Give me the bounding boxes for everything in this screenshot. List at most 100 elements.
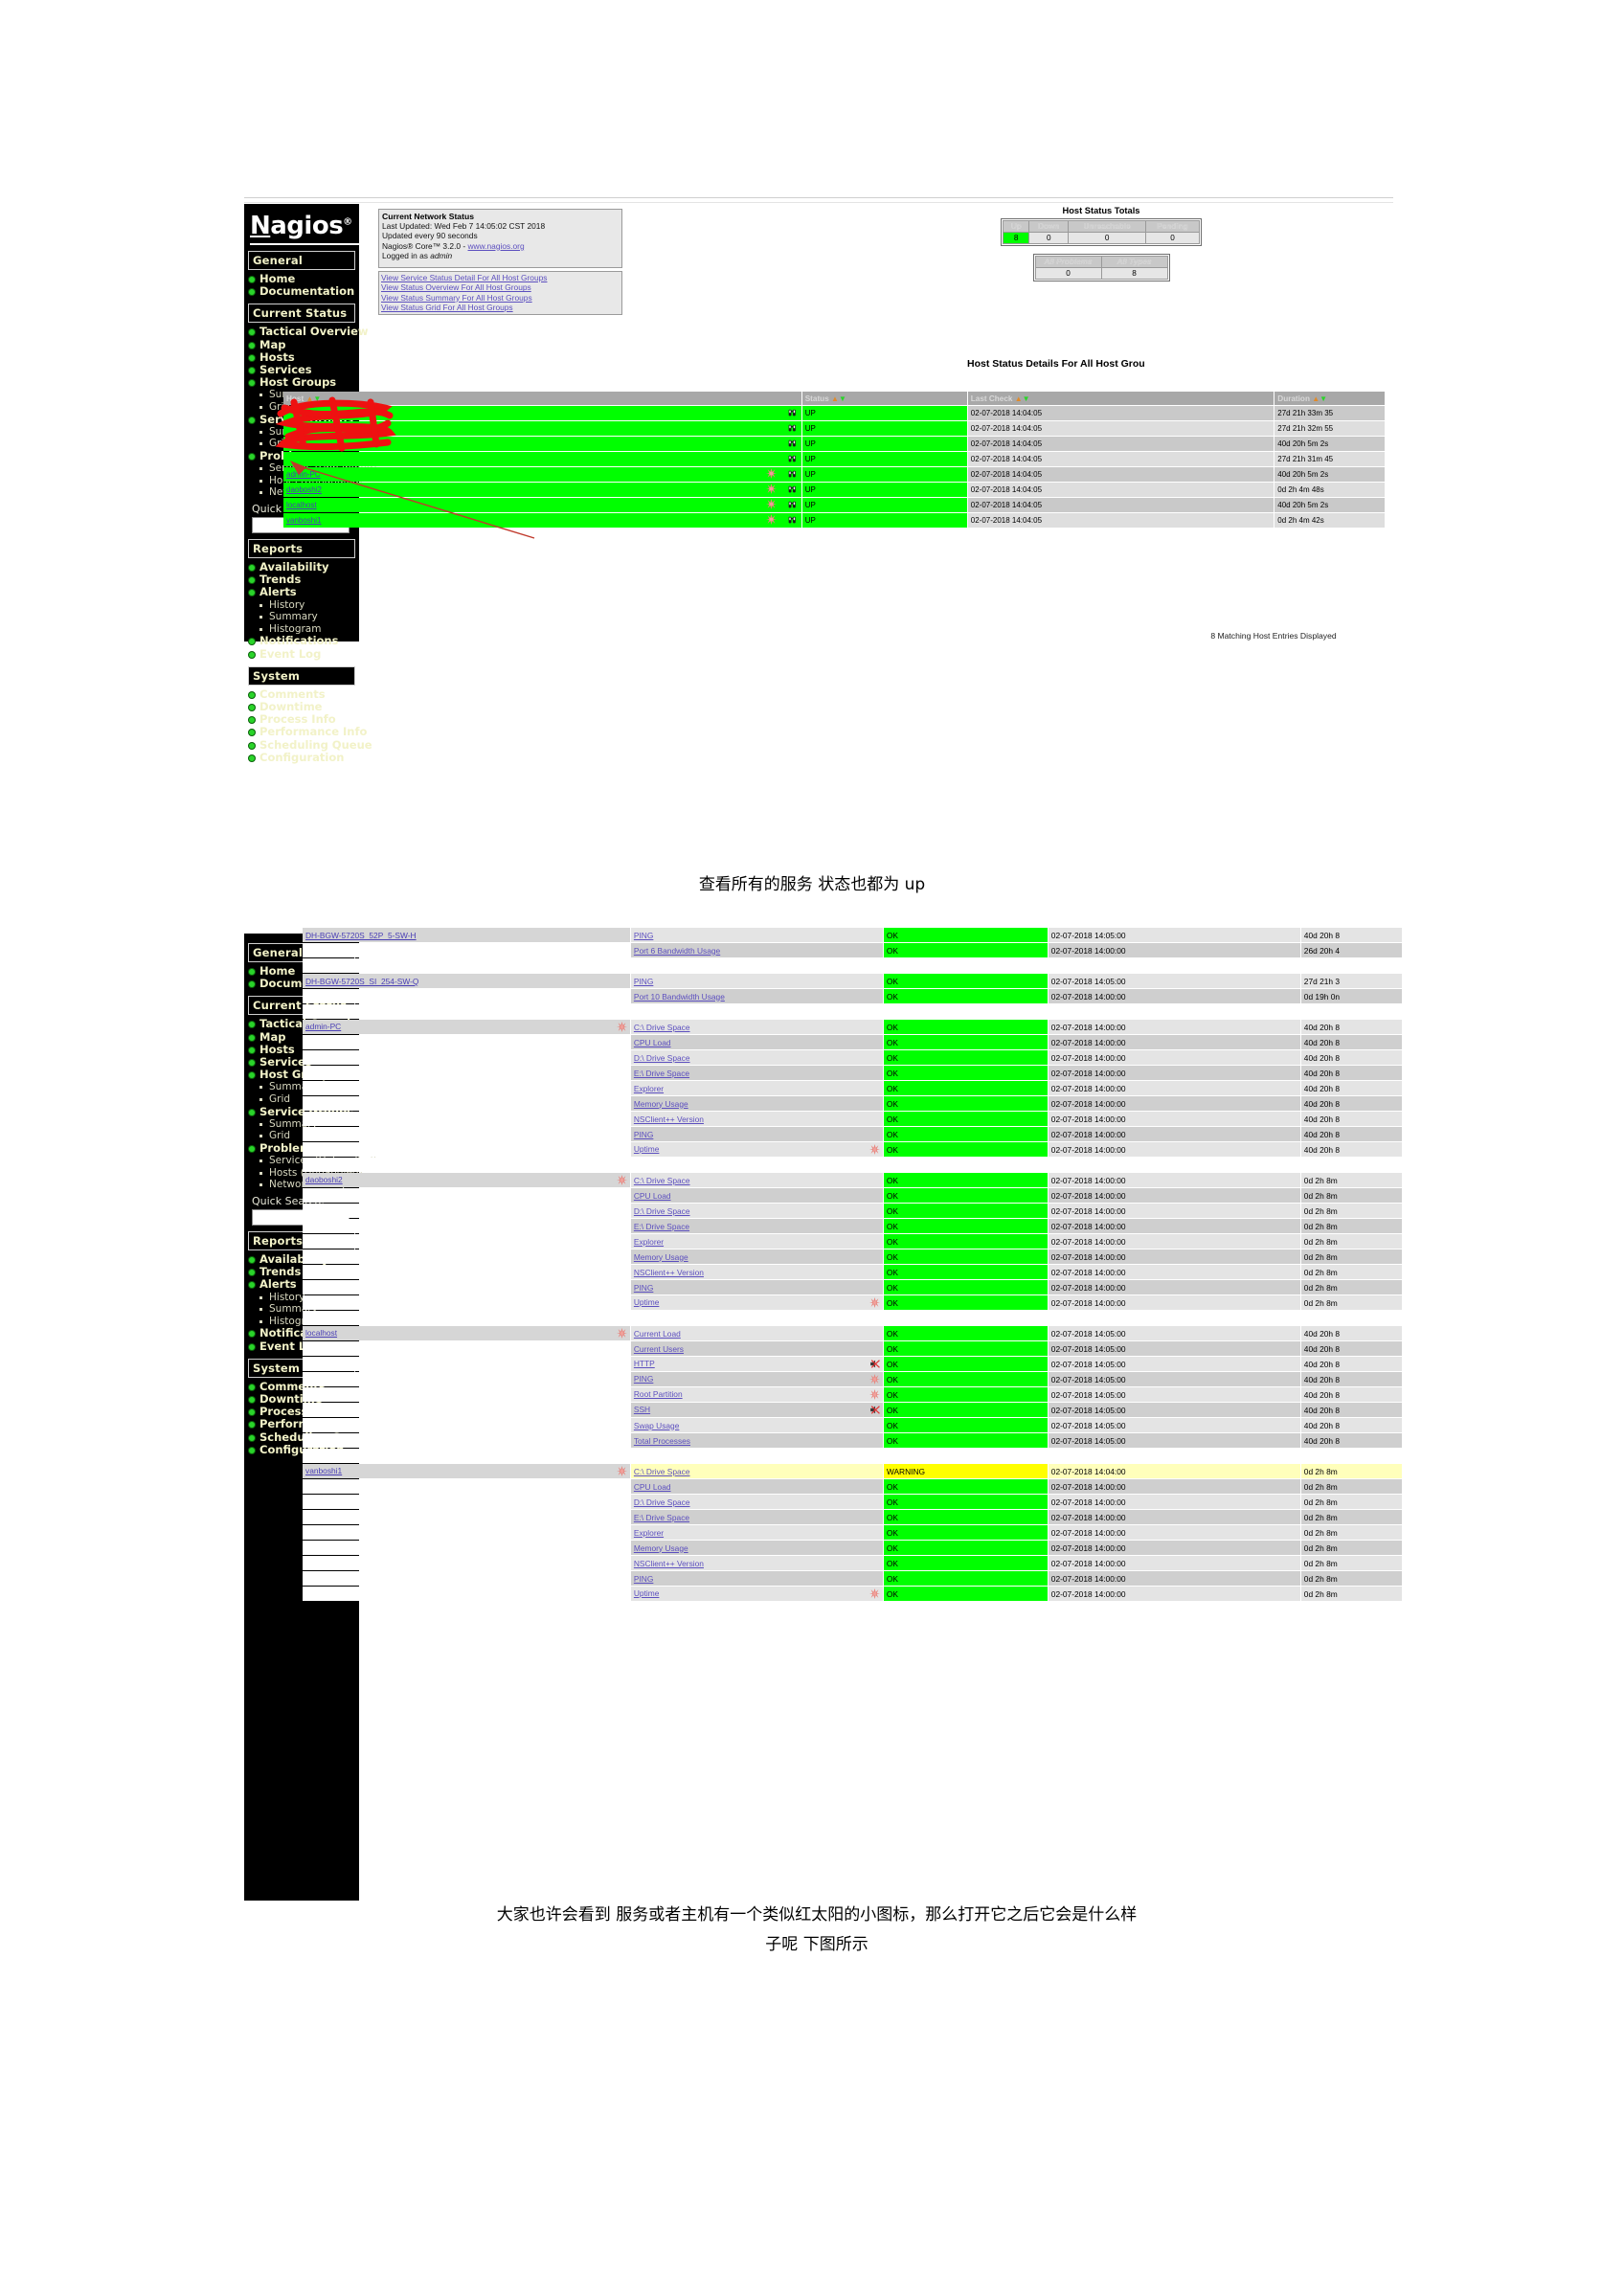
host-link[interactable]: admin-PC — [305, 1022, 341, 1031]
service-link[interactable]: HTTP — [634, 1359, 655, 1368]
sidebar-subitem-history[interactable]: History — [244, 599, 359, 612]
service-name-cell[interactable]: PING — [630, 1280, 883, 1294]
service-row[interactable]: D:\ Drive Space OK 02-07-2018 14:00:00 0d 2… — [303, 1204, 1402, 1218]
service-row[interactable]: vanboshi1 C:\ Drive Space WARNING 02-07-201… — [303, 1464, 1402, 1478]
service-name-cell[interactable]: NSClient++ Version — [630, 1556, 883, 1570]
service-link[interactable]: Current Users — [634, 1344, 684, 1354]
service-link[interactable]: CPU Load — [634, 1038, 671, 1047]
service-row[interactable]: PING OK 02-07-2018 14:00:00 40d 20h 8 — [303, 1127, 1402, 1141]
service-link[interactable]: Port 10 Bandwidth Usage — [634, 992, 725, 1002]
totals-header-down[interactable]: Down — [1028, 220, 1070, 233]
service-row[interactable]: Swap Usage OK 02-07-2018 14:05:00 40d 20h 8 — [303, 1418, 1402, 1432]
column-header-status[interactable]: Status ▲▼ — [801, 392, 967, 405]
service-link[interactable]: Memory Usage — [634, 1252, 688, 1262]
table-row[interactable]: xxxxxxxxxxxxxxxUP02-07-2018 14:04:0527d … — [283, 452, 1385, 466]
service-row[interactable]: DH-BGW-5720S_52P_5-SW-H PING OK 02-07-2018 … — [303, 928, 1402, 942]
service-name-cell[interactable]: Uptime — [630, 1142, 883, 1157]
service-row[interactable]: NSClient++ Version OK 02-07-2018 14:00:00 0… — [303, 1265, 1402, 1279]
service-link[interactable]: Swap Usage — [634, 1421, 680, 1430]
service-row[interactable]: daoboshi2 C:\ Drive Space OK 02-07-2018 14:… — [303, 1173, 1402, 1187]
service-link[interactable]: NSClient++ Version — [634, 1268, 704, 1277]
service-row[interactable]: Uptime OK 02-07-2018 14:00:00 0d 2h 8m — [303, 1295, 1402, 1310]
table-row[interactable]: xxxxxxxxxxxxxxxUP02-07-2018 14:04:0540d … — [283, 437, 1385, 451]
service-link[interactable]: C:\ Drive Space — [634, 1176, 690, 1185]
service-status-table[interactable]: DH-BGW-5720S_52P_5-SW-H PING OK 02-07-2018 … — [302, 927, 1403, 1602]
service-name-cell[interactable]: Current Load — [630, 1326, 883, 1340]
service-row[interactable]: admin-PC C:\ Drive Space OK 02-07-2018 14:0… — [303, 1020, 1402, 1034]
service-row[interactable]: Memory Usage OK 02-07-2018 14:00:00 0d 2h 8… — [303, 1249, 1402, 1264]
service-link[interactable]: Root Partition — [634, 1389, 683, 1399]
table-row[interactable]: daoboshi2 UP 02-07-2018 14:04:05 0d 2h 4m 4… — [283, 483, 1385, 497]
sort-desc-icon[interactable]: ▼ — [1023, 394, 1030, 403]
service-link[interactable]: Memory Usage — [634, 1099, 688, 1109]
service-link[interactable]: Port 6 Bandwidth Usage — [634, 946, 720, 956]
service-host-cell[interactable]: DH-BGW-5720S_SI_254-SW-Q — [303, 974, 630, 988]
service-name-cell[interactable]: SSH — [630, 1403, 883, 1417]
service-name-cell[interactable]: Explorer — [630, 1081, 883, 1095]
host-name-cell[interactable]: xxxxxxxxxxxxxxx — [283, 406, 801, 420]
host-name-cell[interactable]: vanboshi1 — [283, 513, 801, 528]
service-name-cell[interactable]: Swap Usage — [630, 1418, 883, 1432]
service-link[interactable]: E:\ Drive Space — [634, 1222, 689, 1231]
service-link[interactable]: PING — [634, 1130, 653, 1139]
host-link[interactable]: admin-PC — [286, 470, 321, 479]
service-row[interactable]: Memory Usage OK 02-07-2018 14:00:00 0d 2h 8… — [303, 1541, 1402, 1555]
service-link[interactable]: SSH — [634, 1405, 650, 1414]
service-link[interactable]: NSClient++ Version — [634, 1114, 704, 1124]
service-name-cell[interactable]: E:\ Drive Space — [630, 1219, 883, 1233]
service-row[interactable]: E:\ Drive Space OK 02-07-2018 14:00:00 0d 2… — [303, 1219, 1402, 1233]
service-host-cell[interactable]: DH-BGW-5720S_52P_5-SW-H — [303, 928, 630, 942]
service-link[interactable]: PING — [634, 1574, 653, 1584]
service-row[interactable]: CPU Load OK 02-07-2018 14:00:00 0d 2h 8m — [303, 1188, 1402, 1203]
service-name-cell[interactable]: Current Users — [630, 1341, 883, 1356]
service-link[interactable]: PING — [634, 1374, 653, 1384]
service-link[interactable]: CPU Load — [634, 1191, 671, 1201]
service-link[interactable]: D:\ Drive Space — [634, 1053, 690, 1063]
service-row[interactable]: NSClient++ Version OK 02-07-2018 14:00:00 0… — [303, 1556, 1402, 1570]
service-row[interactable]: Explorer OK 02-07-2018 14:00:00 40d 20h 8 — [303, 1081, 1402, 1095]
column-header-host[interactable]: Host ▲▼ — [283, 392, 801, 405]
totals-header-unreachable[interactable]: Unreachable — [1068, 220, 1146, 233]
service-link[interactable]: Memory Usage — [634, 1543, 688, 1553]
service-row[interactable]: D:\ Drive Space OK 02-07-2018 14:00:00 0d 2… — [303, 1495, 1402, 1509]
sort-asc-icon[interactable]: ▲ — [1312, 394, 1320, 403]
service-link[interactable]: Explorer — [634, 1084, 664, 1093]
service-link[interactable]: Explorer — [634, 1237, 664, 1247]
host-link[interactable]: localhost — [286, 501, 317, 509]
service-row[interactable]: PING OK 02-07-2018 14:05:00 40d 20h 8 — [303, 1372, 1402, 1386]
table-row[interactable]: xxxxxxxxxxxxxxxUP02-07-2018 14:04:0527d … — [283, 421, 1385, 436]
table-row[interactable]: localhost UP 02-07-2018 14:04:05 40d 20h 5m… — [283, 498, 1385, 512]
service-row[interactable]: Port 10 Bandwidth Usage OK 02-07-2018 14:0… — [303, 989, 1402, 1003]
service-name-cell[interactable]: NSClient++ Version — [630, 1265, 883, 1279]
column-header-last-check[interactable]: Last Check ▲▼ — [967, 392, 1274, 405]
service-link[interactable]: NSClient++ Version — [634, 1559, 704, 1568]
service-row[interactable]: Current Users OK 02-07-2018 14:05:00 40d 20… — [303, 1341, 1402, 1356]
service-row[interactable]: Uptime OK 02-07-2018 14:00:00 40d 20h 8 — [303, 1142, 1402, 1157]
sort-desc-icon[interactable]: ▼ — [313, 394, 321, 403]
sidebar-item-alerts[interactable]: Alerts — [244, 586, 359, 598]
sort-desc-icon[interactable]: ▼ — [839, 394, 846, 403]
service-name-cell[interactable]: PING — [630, 974, 883, 988]
service-name-cell[interactable]: PING — [630, 1571, 883, 1586]
service-name-cell[interactable]: C:\ Drive Space — [630, 1020, 883, 1034]
service-host-cell[interactable]: localhost — [303, 1326, 630, 1340]
sidebar-item-event-log[interactable]: Event Log — [244, 647, 359, 661]
totals-header-all-types[interactable]: All Types — [1100, 256, 1168, 268]
column-header-duration[interactable]: Duration ▲▼ — [1274, 392, 1385, 405]
service-link[interactable]: Total Processes — [634, 1436, 690, 1446]
service-name-cell[interactable]: PING — [630, 1372, 883, 1386]
totals-header-pending[interactable]: Pending — [1144, 220, 1201, 233]
service-row[interactable]: NSClient++ Version OK 02-07-2018 14:00:00 4… — [303, 1112, 1402, 1126]
host-link[interactable]: vanboshi1 — [305, 1466, 342, 1475]
service-row[interactable]: Explorer OK 02-07-2018 14:00:00 0d 2h 8m — [303, 1525, 1402, 1540]
totals-header-all-problems[interactable]: All Problems — [1034, 256, 1102, 268]
table-row[interactable]: vanboshi1 UP 02-07-2018 14:04:05 0d 2h 4m 4… — [283, 513, 1385, 528]
service-link[interactable]: PING — [634, 1283, 653, 1293]
service-name-cell[interactable]: Root Partition — [630, 1387, 883, 1402]
service-row[interactable]: Root Partition OK 02-07-2018 14:05:00 40d 2… — [303, 1387, 1402, 1402]
service-link[interactable]: PING — [634, 977, 653, 986]
table-row[interactable]: xxxxxxxxxxxxxxxUP02-07-2018 14:04:0527d … — [283, 406, 1385, 420]
service-row[interactable]: Memory Usage OK 02-07-2018 14:00:00 40d 20h… — [303, 1096, 1402, 1111]
service-name-cell[interactable]: CPU Load — [630, 1035, 883, 1049]
service-link[interactable]: CPU Load — [634, 1482, 671, 1492]
